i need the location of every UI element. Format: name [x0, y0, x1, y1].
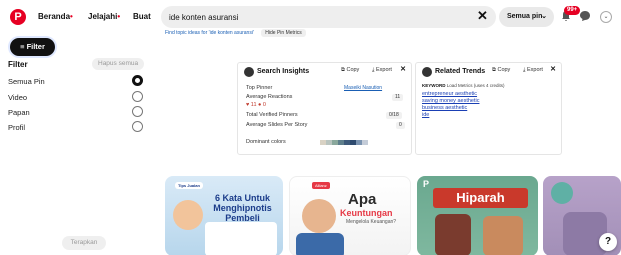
top-pinner-link[interactable]: Maseiki Nasution [341, 85, 385, 92]
related-trends-title: Related Trends [435, 68, 486, 75]
color-swatch [362, 140, 368, 145]
nav-beranda-label: Beranda [38, 12, 71, 21]
nav-jelajahi[interactable]: Jelajahi• [88, 12, 120, 21]
pin-tag: Tips Jualan [175, 182, 203, 189]
search-insights-panel: Search Insights ⧉ Copy ⤓ Export ✕ Top Pi… [237, 62, 412, 155]
option-video-label[interactable]: Video [8, 93, 27, 102]
person-image [483, 216, 523, 255]
pin-caption: Mengelola Keuangan? [346, 219, 397, 225]
avg-slides-value: 0 [396, 122, 405, 129]
option-profil-radio[interactable] [132, 121, 143, 132]
si-copy-label: Copy [346, 67, 360, 73]
search-insights-title: Search Insights [257, 68, 310, 75]
dominant-colors-label: Dominant colors [246, 139, 286, 145]
si-close-icon[interactable]: ✕ [400, 65, 406, 73]
nav-buat[interactable]: Buat [133, 12, 151, 21]
help-button[interactable]: ? [599, 233, 617, 251]
person-shirt-image [296, 233, 344, 255]
rt-copy-button[interactable]: ⧉ Copy [492, 67, 510, 74]
option-papan-label[interactable]: Papan [8, 108, 30, 117]
trend-link[interactable]: saving money aesthetic [422, 98, 479, 104]
verified-pinners-value: 0/18 [386, 112, 402, 119]
trend-link[interactable]: business aesthetic [422, 105, 467, 111]
search-box[interactable]: ✕ [161, 6, 496, 28]
apply-button[interactable]: Terapkan [62, 236, 106, 250]
nav-beranda-dot: • [70, 12, 73, 21]
option-semua-pin-label[interactable]: Semua Pin [8, 77, 45, 86]
rt-close-icon[interactable]: ✕ [550, 65, 556, 73]
scope-dropdown[interactable]: Semua pin ⌄ [499, 7, 554, 27]
verified-pinners-label: Total Verified Pinners [246, 112, 298, 118]
clear-search-icon[interactable]: ✕ [477, 8, 488, 24]
person-image [435, 214, 471, 255]
search-input[interactable] [169, 11, 459, 23]
pin-grid: Tips Jualan 6 Kata Untuk Menghipnotis Pe… [163, 176, 621, 255]
filter-button-label: Filter [26, 42, 45, 51]
option-profil-label[interactable]: Profil [8, 123, 25, 132]
si-export-button[interactable]: ⤓ Export [372, 67, 392, 74]
pin-card[interactable]: Allianz Apa Keuntungan Mengelola Keuanga… [289, 176, 411, 255]
pin-card[interactable]: P Hiparah [417, 176, 538, 255]
pin-logo: P [423, 179, 430, 189]
pin-title: Apa [348, 191, 377, 208]
pin-subtitle: Keuntungan [340, 208, 393, 218]
chat-icon-svg [580, 11, 590, 21]
pin-tag: Allianz [312, 182, 330, 189]
person-image [563, 212, 607, 255]
notification-badge: 99+ [564, 6, 581, 15]
nav-beranda[interactable]: Beranda• [38, 12, 73, 21]
rt-export-button[interactable]: ⤓ Export [523, 67, 543, 74]
reactions-breakdown: ♥ 11 ● 0 [246, 102, 266, 108]
load-metrics-link[interactable]: Load Metrics (uses 4 credits) [447, 83, 505, 88]
tips-card-image [205, 222, 277, 255]
option-semua-pin-radio[interactable] [132, 75, 143, 86]
chevron-down-icon: ⌄ [541, 13, 547, 20]
option-video-radio[interactable] [132, 91, 143, 102]
clear-all-button[interactable]: Hapus semua [92, 58, 145, 70]
keyword-header: KEYWORD Load Metrics (uses 4 credits) [422, 83, 505, 88]
related-trends-panel: Related Trends ⧉ Copy ⤓ Export ✕ KEYWORD… [415, 62, 562, 155]
rt-export-label: Export [526, 67, 543, 73]
nav-jelajahi-label: Jelajahi [88, 12, 118, 21]
dominant-colors-swatches [320, 140, 368, 145]
chat-icon[interactable] [579, 10, 591, 25]
keyword-label: KEYWORD [422, 83, 446, 88]
si-copy-button[interactable]: ⧉ Copy [341, 67, 359, 74]
person-image [173, 200, 203, 230]
pin-title: 6 Kata Untuk Menghipnotis Pembeli [213, 193, 272, 223]
trend-link[interactable]: ide [422, 112, 429, 118]
rt-copy-label: Copy [497, 67, 511, 73]
avg-reactions-label: Average Reactions [246, 94, 293, 100]
si-export-label: Export [375, 67, 392, 73]
nav-buat-label: Buat [133, 12, 151, 21]
insights-logo-icon [244, 67, 254, 77]
person-image [302, 199, 336, 233]
pin-card[interactable]: Tips Jualan 6 Kata Untuk Menghipnotis Pe… [165, 176, 283, 255]
pin-title: Hiparah [433, 188, 528, 208]
topic-ideas-link[interactable]: Find topic ideas for 'ide konten asurans… [165, 30, 254, 36]
account-chevron-icon[interactable]: ⌄ [600, 11, 612, 23]
option-papan-radio[interactable] [132, 106, 143, 117]
filter-button[interactable]: ≡ Filter [10, 38, 55, 56]
top-pinner-label: Top Pinner [246, 85, 273, 91]
nav-jelajahi-dot: • [117, 12, 121, 21]
trend-link[interactable]: entrepreneur aesthetic [422, 91, 477, 97]
search-subbar: Find topic ideas for 'ide konten asurans… [165, 29, 312, 37]
avg-slides-label: Average Slides Per Story [246, 122, 308, 128]
scope-label: Semua pin [507, 13, 543, 20]
avg-reactions-value: 11 [392, 94, 404, 101]
trends-logo-icon [422, 67, 432, 77]
pinterest-logo[interactable]: P [10, 9, 26, 25]
pin-badge-image [551, 182, 573, 204]
filter-title: Filter [8, 60, 28, 69]
hide-pin-metrics-button[interactable]: Hide Pin Metrics [261, 29, 306, 37]
